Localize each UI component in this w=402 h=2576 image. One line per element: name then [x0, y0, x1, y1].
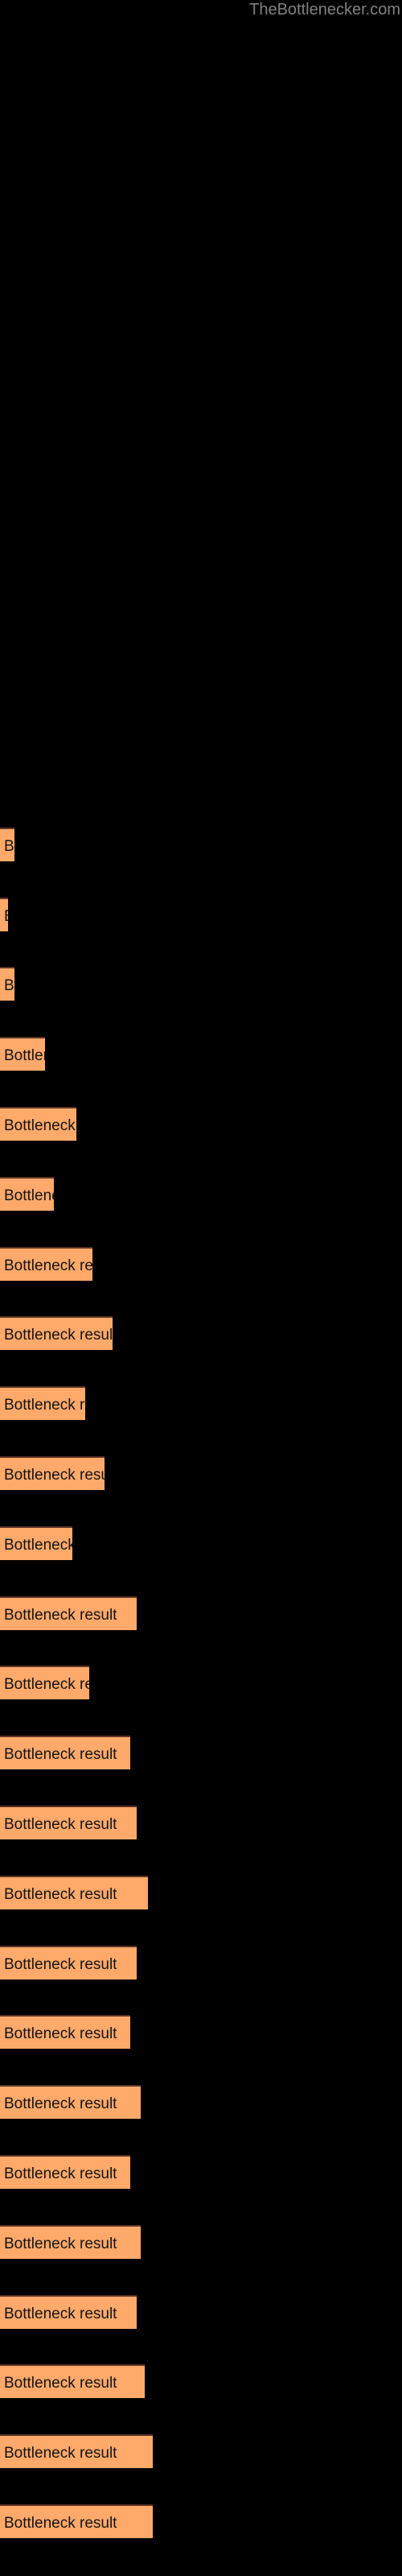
bar[interactable]: Bottleneck result: [0, 1666, 89, 1699]
bar-label: Bottleneck result: [4, 1047, 45, 1064]
bar[interactable]: Bottleneck result: [0, 1177, 54, 1211]
bar-label: Bottleneck result: [4, 1956, 117, 1973]
bar-label: Bottleneck result: [4, 2445, 117, 2462]
bar[interactable]: Bottleneck result: [0, 1876, 148, 1909]
bar[interactable]: Bottleneck result: [0, 2015, 130, 2049]
bar-label: Bottleneck result: [4, 2095, 117, 2112]
bar[interactable]: Bottleneck result: [0, 1247, 92, 1281]
bar[interactable]: Bottleneck result: [0, 1316, 113, 1350]
bar[interactable]: Bottleneck result: [0, 967, 14, 1001]
bar-label: Bottleneck result: [4, 1257, 92, 1274]
bar-label: Bottleneck result: [4, 838, 14, 855]
bar[interactable]: Bottleneck result: [0, 1946, 137, 1979]
bar[interactable]: Bottleneck result: [0, 1107, 76, 1141]
bar[interactable]: Bottleneck result: [0, 2225, 141, 2259]
bar[interactable]: Bottleneck result: [0, 1736, 130, 1769]
chart-plot-area: Bottleneck result Bottleneck result Bottle…: [0, 0, 402, 2576]
bar-label: Bottleneck result: [4, 2025, 117, 2042]
bar-label: Bottleneck result: [4, 1467, 105, 1484]
bar[interactable]: Bottleneck result: [0, 2295, 137, 2329]
bar-label: Bottleneck result: [4, 2165, 117, 2182]
bar-label: Bottleneck result: [4, 2306, 117, 2322]
bar[interactable]: Bottleneck result: [0, 1456, 105, 1490]
bar[interactable]: Bottleneck result: [0, 1386, 85, 1420]
bar-label: Bottleneck result: [4, 1746, 117, 1763]
bar-label: Bottleneck result: [4, 1117, 76, 1134]
bar[interactable]: Bottleneck result: [0, 2504, 153, 2538]
bar-label: Bottleneck result: [4, 899, 8, 931]
bar-label: Bottleneck result: [4, 1327, 113, 1344]
bar-label: Bottleneck result: [4, 977, 14, 994]
bottleneck-chart-root: TheBottlenecker.com Bottleneck resultBot…: [0, 0, 402, 2576]
bar[interactable]: Bottleneck result: [0, 898, 8, 931]
bar-label: Bottleneck result: [4, 2515, 117, 2532]
bar[interactable]: Bottleneck result: [0, 1037, 45, 1071]
bar[interactable]: Bottleneck result: [0, 2364, 145, 2398]
bar-label: Bottleneck result: [4, 1537, 72, 1554]
bar[interactable]: Bottleneck result: [0, 828, 14, 861]
bar-label: Bottleneck result: [4, 1816, 117, 1833]
bar-label: Bottleneck result: [4, 1187, 54, 1204]
bar-label: Bottleneck result: [4, 2375, 117, 2392]
bar-label: Bottleneck result: [4, 1676, 89, 1693]
bar-label: Bottleneck result: [4, 1607, 117, 1624]
bar[interactable]: Bottleneck result: [0, 2155, 130, 2189]
bar[interactable]: Bottleneck result: [0, 1806, 137, 1839]
bar[interactable]: Bottleneck result: [0, 1526, 72, 1560]
bar-label: Bottleneck result: [4, 1886, 117, 1903]
bar[interactable]: Bottleneck result: [0, 2085, 141, 2119]
bar[interactable]: Bottleneck result: [0, 2434, 153, 2468]
bar-label: Bottleneck result: [4, 2235, 117, 2252]
bar[interactable]: Bottleneck result: [0, 1596, 137, 1630]
bar-label: Bottleneck result: [4, 1397, 85, 1414]
